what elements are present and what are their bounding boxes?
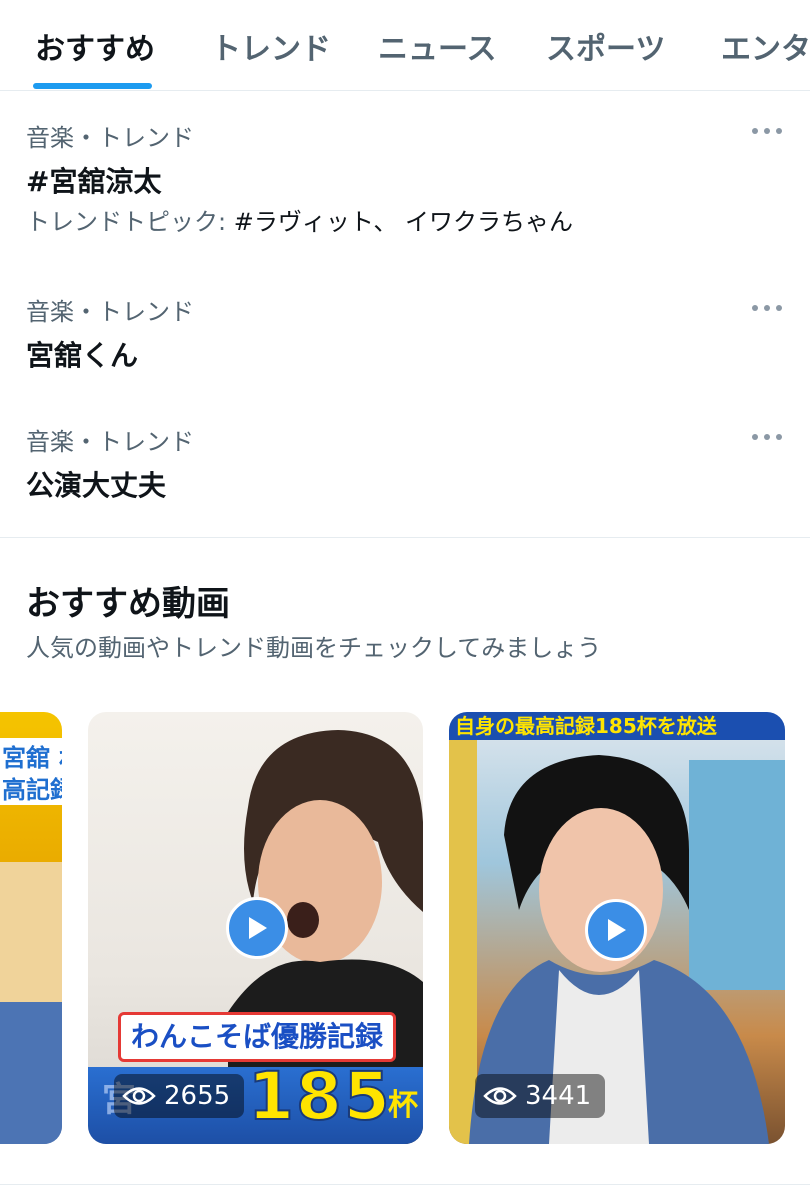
video-caption: わんこそば優勝記録 (118, 1012, 397, 1062)
more-icon[interactable] (752, 432, 782, 442)
video-thumbnail-image (0, 1002, 62, 1144)
eye-icon (483, 1087, 517, 1105)
explore-tabs: おすすめ トレンド ニュース スポーツ エンタ (0, 0, 810, 91)
video-unit: 杯 (388, 1088, 418, 1123)
video-card[interactable]: 自身の最高記録185杯を放送 3441 (449, 712, 785, 1144)
trend-topics: トレンドトピック: #ラヴィット、 イワクラちゃん (26, 202, 573, 237)
video-banner-text: 高記録 (0, 770, 62, 805)
trend-item[interactable]: 音楽・トレンド 宮舘くん (0, 270, 810, 390)
trend-title: 宮舘くん (26, 339, 139, 372)
eye-icon (122, 1087, 156, 1105)
trend-title: 公演大丈夫 (26, 469, 167, 502)
view-count-value: 2655 (164, 1081, 231, 1111)
trend-topics-list: #ラヴィット、 イワクラちゃん (233, 208, 573, 236)
play-icon (608, 919, 626, 941)
trend-category: 音楽・トレンド (26, 298, 194, 326)
section-divider (0, 1184, 810, 1185)
videos-section-subtitle: 人気の動画やトレンド動画をチェックしてみましょう (26, 634, 602, 662)
video-big-number: 185 (247, 1057, 392, 1136)
trend-item[interactable]: 音楽・トレンド #宮舘涼太 トレンドトピック: #ラヴィット、 イワクラちゃん (0, 90, 810, 260)
video-card[interactable]: わんこそば優勝記録 宮 185 杯 2655 (88, 712, 423, 1144)
tab-trending[interactable]: トレンド (211, 24, 331, 68)
view-count-value: 3441 (525, 1081, 592, 1111)
tab-entertainment[interactable]: エンタ (721, 24, 810, 68)
play-button[interactable] (226, 897, 288, 959)
tab-sports[interactable]: スポーツ (546, 24, 665, 68)
section-divider (0, 537, 810, 538)
videos-section-title: おすすめ動画 (26, 584, 230, 624)
trend-category: 音楽・トレンド (26, 124, 194, 152)
active-tab-indicator (33, 83, 152, 89)
tab-news[interactable]: ニュース (378, 24, 497, 68)
play-icon (249, 917, 267, 939)
video-banner-text: 自身の最高記録185杯を放送 (449, 712, 785, 740)
more-icon[interactable] (752, 303, 782, 313)
trend-item[interactable]: 音楽・トレンド 公演大丈夫 (0, 400, 810, 520)
video-thumbnail-image (0, 862, 62, 1002)
view-count: 2655 (114, 1074, 245, 1118)
more-icon[interactable] (752, 126, 782, 136)
tab-recommended[interactable]: おすすめ (35, 24, 155, 68)
play-button[interactable] (585, 899, 647, 961)
video-banner-text: 宮舘 わ (0, 738, 62, 773)
video-card[interactable]: 宮舘 わ 高記録 (0, 712, 62, 1144)
trend-category: 音楽・トレンド (26, 428, 194, 456)
view-count: 3441 (475, 1074, 606, 1118)
trend-title: #宮舘涼太 (26, 165, 162, 198)
trend-topics-prefix: トレンドトピック: (26, 208, 234, 236)
